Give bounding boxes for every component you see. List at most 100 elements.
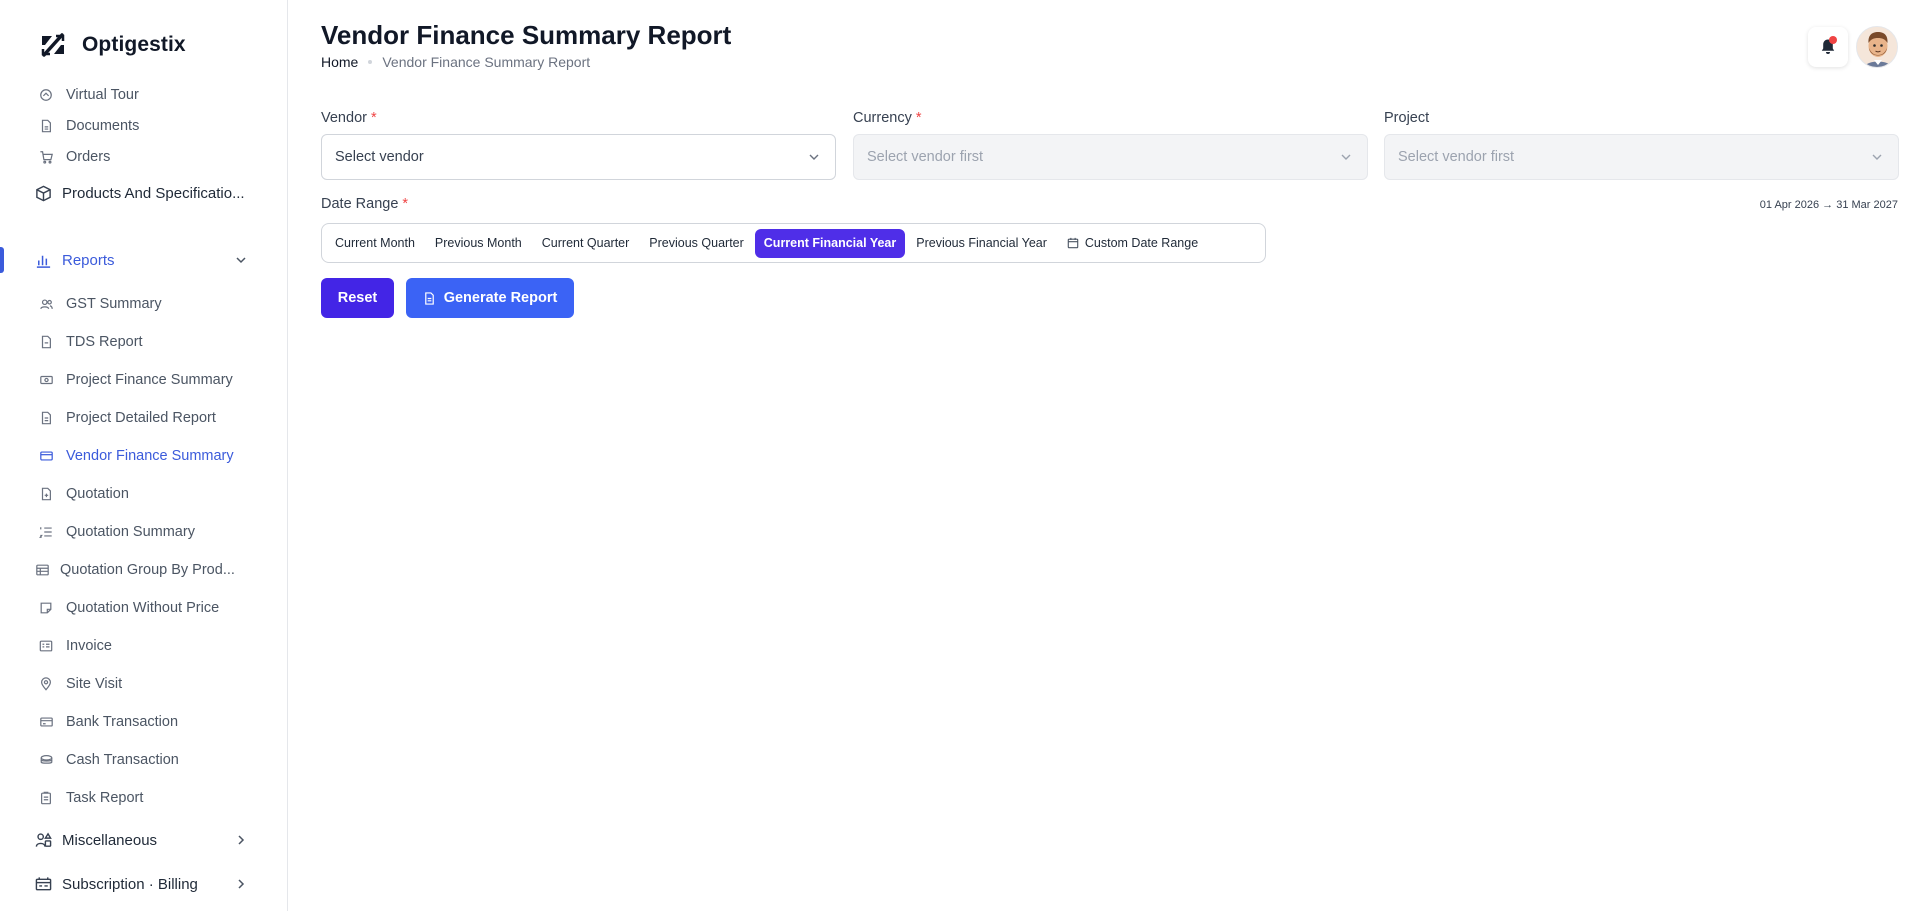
sidebar-item-gst-summary[interactable]: GST Summary (0, 287, 287, 321)
range-option-label: Custom Date Range (1084, 236, 1199, 250)
currency-select-placeholder: Select vendor first (867, 149, 984, 165)
range-option-previous-month[interactable]: Previous Month (426, 229, 531, 258)
table-icon (34, 562, 50, 578)
range-option-previous-quarter[interactable]: Previous Quarter (640, 229, 752, 258)
brand[interactable]: Optigestix (36, 28, 186, 62)
sidebar-item-cash-transaction[interactable]: Cash Transaction (0, 743, 287, 777)
brand-name: Optigestix (82, 33, 186, 56)
file-plus-icon (38, 486, 54, 502)
receipt-icon (38, 638, 54, 654)
sidebar-item-site-visit[interactable]: Site Visit (0, 667, 287, 701)
sidebar-item-products[interactable]: Products And Specificatio... (0, 176, 287, 210)
users-icon (38, 296, 54, 312)
breadcrumb-separator (368, 60, 373, 64)
map-pin-icon (38, 676, 54, 692)
date-range-label: Date Range * (321, 196, 409, 212)
sidebar-item-label: Miscellaneous (62, 831, 158, 849)
sidebar-item-virtual-tour[interactable]: Virtual Tour (0, 78, 287, 112)
breadcrumb: Home Vendor Finance Summary Report (321, 54, 590, 70)
file-icon (38, 334, 54, 350)
sidebar-item-label: Invoice (66, 638, 112, 654)
sidebar-item-label: Quotation Without Price (66, 600, 220, 616)
calendar-icon (1067, 237, 1079, 249)
sidebar-item-project-detailed-report[interactable]: Project Detailed Report (0, 401, 287, 435)
breadcrumb-current: Vendor Finance Summary Report (382, 54, 591, 70)
vendor-select[interactable]: Select vendor (321, 134, 836, 180)
sidebar-item-label: Cash Transaction (66, 752, 179, 768)
currency-label: Currency * (853, 110, 922, 126)
notification-badge (1829, 36, 1837, 44)
sidebar-item-documents[interactable]: Documents (0, 109, 287, 143)
sidebar-item-label: Subscription · Billing (62, 875, 198, 893)
vendor-label: Vendor * (321, 110, 377, 126)
page-title: Vendor Finance Summary Report (321, 20, 732, 50)
chevron-right-icon[interactable] (234, 877, 248, 891)
sidebar-item-label: Reports (62, 251, 115, 269)
list-ordered-icon (38, 524, 54, 540)
sidebar-item-label: Products And Specificatio... (62, 184, 245, 202)
sidebar-item-label: Orders (66, 149, 111, 165)
sidebar-item-quotation-without-price[interactable]: Quotation Without Price (0, 591, 287, 625)
cart-icon (38, 149, 54, 165)
box-icon (34, 184, 52, 202)
sidebar-item-label: GST Summary (66, 296, 162, 312)
range-option-previous-financial-year[interactable]: Previous Financial Year (907, 229, 1056, 258)
sidebar-item-reports[interactable]: Reports (0, 243, 287, 277)
sticky-note-icon (38, 600, 54, 616)
bar-chart-icon (34, 251, 52, 269)
sidebar-item-invoice[interactable]: Invoice (0, 629, 287, 663)
range-option-custom-date-range[interactable]: Custom Date Range (1058, 229, 1207, 258)
currency-select[interactable]: Select vendor first (853, 134, 1368, 180)
range-option-current-month[interactable]: Current Month (326, 229, 424, 258)
brand-logo-icon (37, 29, 69, 61)
file-icon (424, 291, 434, 305)
notifications-button[interactable] (1808, 27, 1848, 67)
chevron-down-icon[interactable] (234, 253, 248, 267)
sidebar-item-vendor-finance-summary[interactable]: Vendor Finance Summary (0, 439, 287, 473)
credit-card-icon (38, 714, 54, 730)
coins-icon (38, 752, 54, 768)
range-option-current-financial-year[interactable]: Current Financial Year (754, 228, 906, 258)
document-icon (38, 118, 54, 134)
avatar[interactable] (1856, 26, 1898, 68)
sidebar-item-label: Project Finance Summary (66, 372, 233, 388)
sidebar-item-quotation-summary[interactable]: Quotation Summary (0, 515, 287, 549)
project-select[interactable]: Select vendor first (1384, 134, 1899, 180)
main-content: Vendor Finance Summary Report Home Vendo… (289, 0, 1920, 911)
sidebar-item-label: Quotation Group By Prod... (60, 562, 235, 578)
sidebar-item-label: Quotation Summary (66, 524, 195, 540)
sidebar-item-quotation-group-by-product[interactable]: Quotation Group By Prod... (0, 553, 287, 587)
sidebar-item-label: Bank Transaction (66, 714, 179, 730)
sidebar-item-subscription-billing[interactable]: Subscription · Billing (0, 867, 287, 901)
chevron-right-icon[interactable] (234, 833, 248, 847)
chevron-down-icon (1872, 154, 1882, 160)
vendor-select-placeholder: Select vendor (335, 149, 424, 165)
sidebar-item-quotation[interactable]: Quotation (0, 477, 287, 511)
generate-report-label: Generate Report (443, 290, 558, 306)
sidebar-item-tds-report[interactable]: TDS Report (0, 325, 287, 359)
tour-icon (38, 87, 54, 103)
sidebar-item-label: TDS Report (66, 334, 143, 350)
project-label: Project (1384, 110, 1430, 126)
sidebar-item-label: Quotation (66, 486, 129, 502)
generate-report-button[interactable]: Generate Report (406, 278, 574, 318)
user-shapes-icon (34, 831, 52, 849)
sidebar-item-miscellaneous[interactable]: Miscellaneous (0, 823, 287, 857)
billing-icon (34, 875, 52, 893)
reset-button[interactable]: Reset (321, 278, 394, 318)
sidebar-item-bank-transaction[interactable]: Bank Transaction (0, 705, 287, 739)
money-icon (38, 372, 54, 388)
breadcrumb-home-link[interactable]: Home (321, 54, 358, 70)
project-select-placeholder: Select vendor first (1398, 149, 1515, 165)
clipboard-icon (38, 790, 54, 806)
range-option-current-quarter[interactable]: Current Quarter (533, 229, 639, 258)
sidebar-item-label: Task Report (66, 790, 144, 806)
sidebar-item-project-finance-summary[interactable]: Project Finance Summary (0, 363, 287, 397)
sidebar: Optigestix Virtual Tour Documents Orders… (0, 0, 288, 911)
sidebar-item-task-report[interactable]: Task Report (0, 781, 287, 815)
sidebar-item-label: Virtual Tour (66, 87, 139, 103)
sidebar-item-orders[interactable]: Orders (0, 140, 287, 174)
sidebar-item-label: Documents (66, 118, 140, 134)
sidebar-item-label: Site Visit (66, 676, 123, 692)
sidebar-item-label: Vendor Finance Summary (66, 448, 234, 464)
